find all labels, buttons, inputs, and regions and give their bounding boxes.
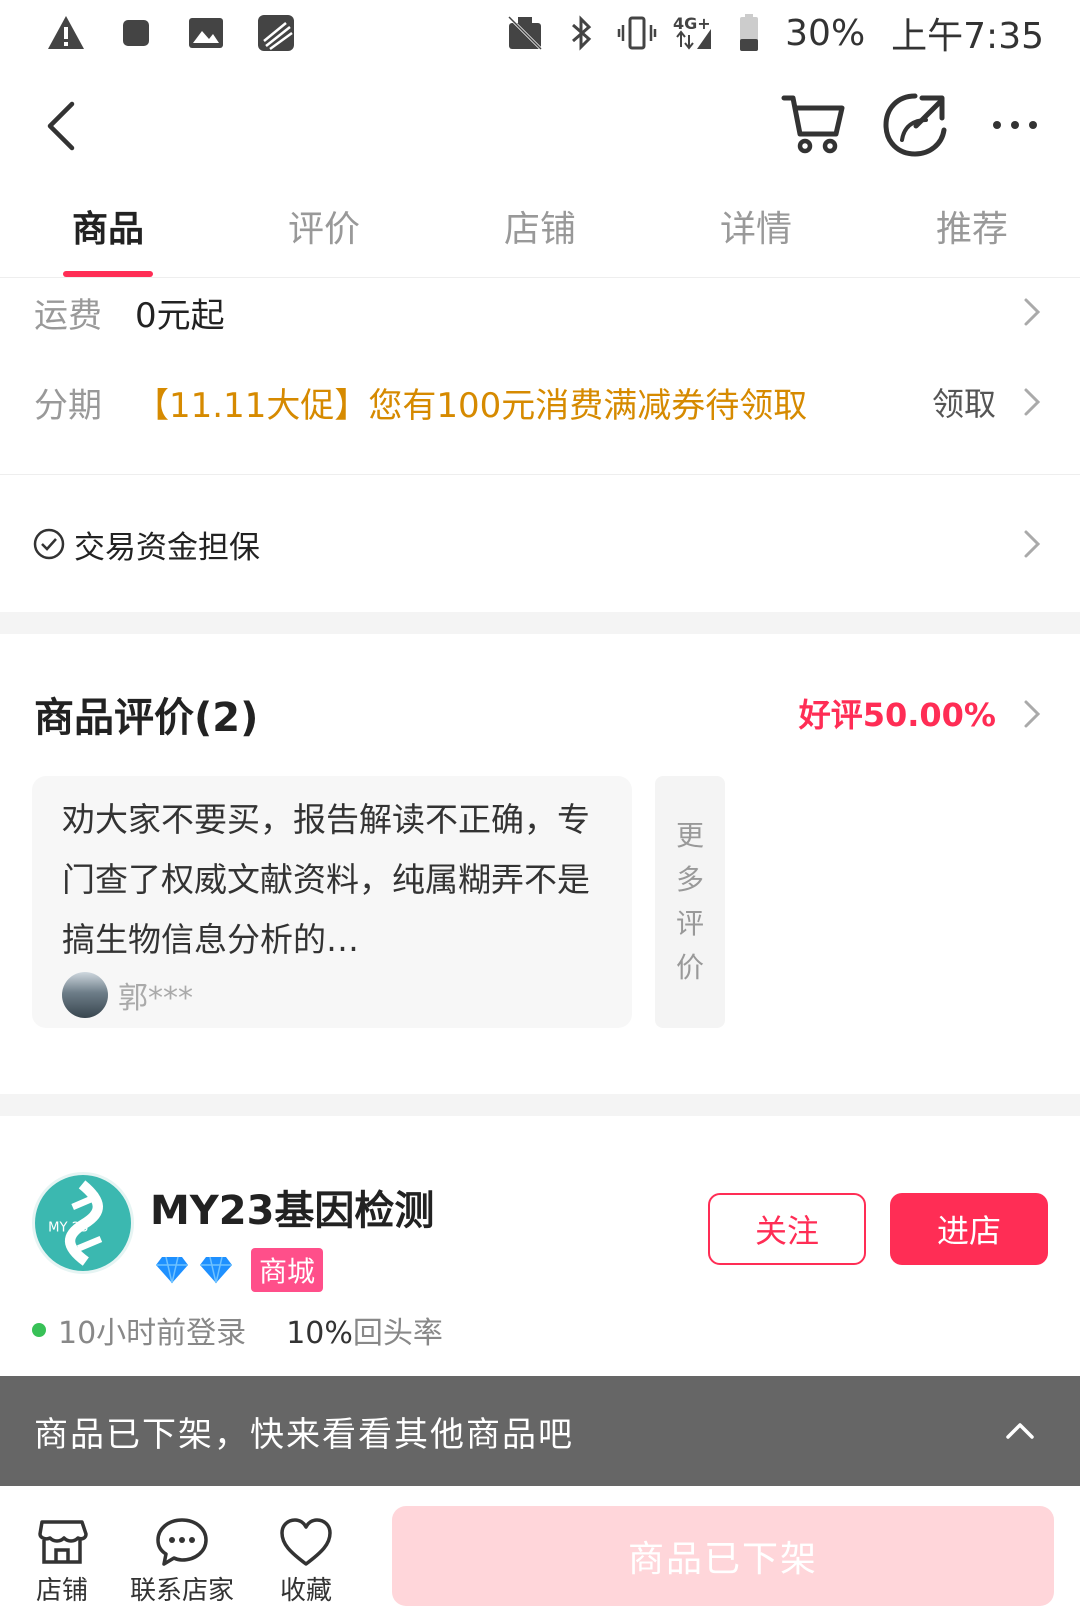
vibrate-icon [617,13,657,53]
check-circle-icon [33,528,65,560]
shipping-row[interactable]: 运费 0元起 [0,282,1080,342]
chevron-right-icon [1024,298,1041,326]
more-reviews-char: 更 [675,819,704,852]
shop-logo-text: MY 23 [48,1220,88,1235]
chevron-right-icon[interactable] [1018,694,1046,734]
more-reviews-char: 价 [675,951,704,984]
no-sim-icon [505,13,545,53]
clock: 上午7:35 [891,16,1044,57]
divider [0,474,1080,475]
online-status-dot [32,1323,46,1337]
tab-details[interactable]: 详情 [648,190,864,277]
tab-reviews[interactable]: 评价 [216,190,432,277]
chevron-up-icon[interactable] [1000,1411,1040,1451]
tab-product[interactable]: 商品 [0,190,216,277]
top-nav [0,70,1080,180]
shop-meta: 10小时前登录 10%回头率 [32,1308,443,1352]
blackberry-icon [256,13,296,53]
mall-badge: 商城 [251,1248,324,1292]
store-icon [38,1520,88,1564]
more-reviews-char: 评 [675,907,704,940]
svg-text:4G+: 4G+ [673,14,711,33]
chevron-right-icon [1024,388,1041,416]
off-shelf-banner[interactable]: 商品已下架，快来看看其他商品吧 [0,1376,1080,1486]
return-rate: 10%回头率 [286,1308,443,1352]
shop-logo[interactable]: MY 23 [32,1172,134,1274]
image-icon [186,13,226,53]
review-username: 郭*** [118,981,193,1016]
section-gap [0,612,1080,634]
reviews-title[interactable]: 商品评价(2) [34,685,258,743]
share-icon[interactable] [880,90,950,160]
installment-label: 分期 [34,385,102,426]
off-shelf-button[interactable]: 商品已下架 [392,1506,1054,1606]
favorite-button[interactable]: 收藏 [278,1516,334,1607]
battery-icon [729,13,769,53]
guarantee-label: 交易资金担保 [74,529,260,566]
heart-icon [280,1518,332,1566]
follow-button[interactable]: 关注 [708,1193,866,1265]
chevron-right-icon [1024,530,1041,558]
shop-badges: 商城 [155,1248,324,1292]
more-icon[interactable] [985,90,1055,160]
signal-icon: 4G+ [673,13,713,53]
review-user: 郭*** [62,972,602,1018]
status-bar: 4G+ 30% 上午7:35 [0,0,1080,66]
shipping-label: 运费 [34,295,102,336]
store-label: 店铺 [35,1576,88,1606]
last-login: 10小时前登录 [58,1316,247,1351]
contact-seller-label: 联系店家 [130,1576,235,1606]
stop-icon [116,13,156,53]
tab-bar: 商品 评价 店铺 详情 推荐 [0,190,1080,278]
claim-coupon-link[interactable]: 领取 [932,379,996,425]
battery-percent: 30% [785,12,866,54]
review-text: 劝大家不要买，报告解读不正确，专门查了权威文献资料，纯属糊弄不是搞生物信息分析的… [62,800,590,959]
installment-promo: 【11.11大促】您有100元消费满减券待领取 [135,385,808,426]
back-icon[interactable] [30,90,100,160]
guarantee-row[interactable]: 交易资金担保 [0,514,1080,574]
enter-shop-button[interactable]: 进店 [890,1193,1048,1265]
shipping-value: 0元起 [135,295,225,336]
return-rate-value: 10% [286,1316,353,1351]
warning-icon [46,13,86,53]
cart-icon[interactable] [780,90,850,160]
diamond-icon [200,1256,232,1284]
return-rate-label: 回头率 [352,1316,443,1351]
favorite-label: 收藏 [279,1576,332,1606]
bottom-bar: 店铺 联系店家 收藏 商品已下架 [0,1486,1080,1620]
diamond-icon [156,1256,188,1284]
installment-row[interactable]: 分期 【11.11大促】您有100元消费满减券待领取 领取 [0,372,1080,432]
banner-text: 商品已下架，快来看看其他商品吧 [34,1414,574,1455]
more-reviews-button[interactable]: 更 多 评 价 [655,776,725,1028]
shop-name[interactable]: MY23基因检测 [150,1178,434,1236]
chat-icon [156,1518,208,1566]
more-reviews-char: 多 [675,863,704,896]
bluetooth-icon [561,13,601,53]
review-card[interactable]: 劝大家不要买，报告解读不正确，专门查了权威文献资料，纯属糊弄不是搞生物信息分析的… [32,776,632,1028]
tab-recommend[interactable]: 推荐 [864,190,1080,277]
store-button[interactable]: 店铺 [34,1516,90,1607]
contact-seller-button[interactable]: 联系店家 [130,1516,234,1607]
section-gap [0,1094,1080,1116]
tab-shop[interactable]: 店铺 [432,190,648,277]
positive-rate[interactable]: 好评50.00% [799,690,996,736]
avatar [62,972,108,1018]
